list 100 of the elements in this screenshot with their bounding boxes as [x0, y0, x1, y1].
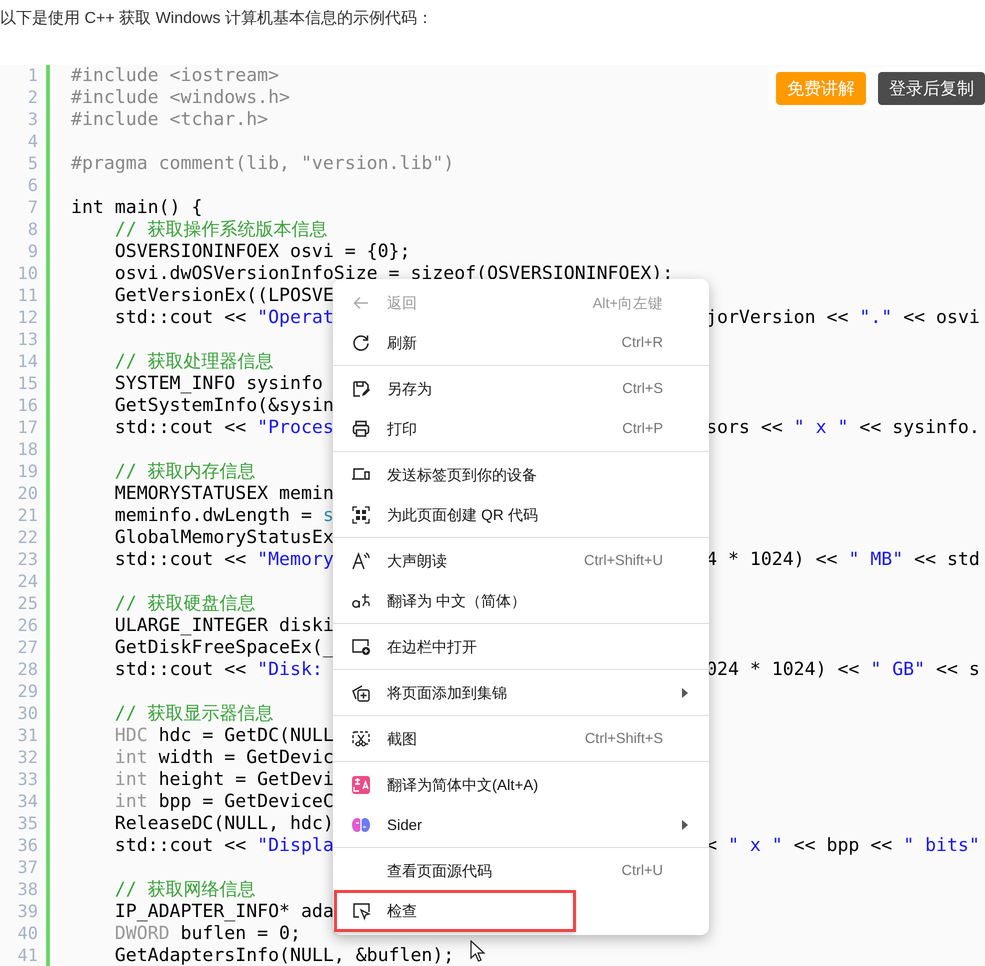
menu-label: 发送标签页到你的设备 [387, 466, 538, 484]
sidebar-icon [351, 637, 371, 657]
menu-item[interactable]: 为此页面创建 QR 代码 [335, 495, 705, 535]
line-number: 3 [26, 109, 38, 131]
menu-item[interactable]: 在边栏中打开 [335, 627, 705, 667]
menu-item[interactable]: Sider [335, 805, 705, 845]
line-number: 15 [16, 373, 38, 395]
line-number: 31 [16, 725, 38, 747]
code-line: int main() { [71, 197, 202, 219]
code-line: meminfo.dwLength = s [114, 505, 334, 527]
copy-button[interactable]: 登录后复制 [878, 72, 985, 105]
code-line: std::cout << "Proces [114, 417, 334, 438]
menu-item[interactable]: 查看页面源代码 Ctrl+U [335, 851, 705, 891]
qr-code-icon [351, 505, 371, 525]
code-line: MEMORYSTATUSEX memin [114, 483, 334, 505]
line-number: 12 [16, 307, 38, 329]
menu-item[interactable]: 检查 [335, 891, 575, 931]
code-line: OSVERSIONINFOEX osvi = {0}; [114, 241, 410, 263]
line-number: 21 [16, 505, 38, 527]
line-number: 36 [16, 835, 38, 857]
printer-icon [351, 419, 371, 439]
code-line: // 获取显示器信息 [114, 703, 274, 725]
code-line: // 获取硬盘信息 [114, 593, 256, 615]
line-number: 23 [16, 549, 38, 571]
code-line: ReleaseDC(NULL, hdc) [114, 813, 334, 835]
menu-label: 另存为 [387, 380, 433, 398]
line-number: 19 [16, 461, 38, 483]
code-line: int width = GetDevic [114, 747, 334, 769]
collections-icon [351, 683, 371, 703]
line-number: 29 [16, 681, 38, 703]
menu-label: 翻译为简体中文(Alt+A) [387, 776, 540, 794]
menu-label: 查看页面源代码 [387, 862, 493, 880]
mouse-pointer-icon [470, 940, 486, 962]
line-number: 22 [16, 527, 38, 549]
code-line: GetVersionEx((LPOSVE [114, 285, 334, 307]
code-line: GetDiskFreeSpaceEx(_ [114, 637, 334, 659]
menu-item[interactable]: 翻译为 中文（简体） [335, 581, 705, 621]
menu-item[interactable]: 截图 Ctrl+Shift+S [335, 719, 705, 759]
line-number: 38 [16, 879, 38, 901]
code-line: int height = GetDevi [114, 769, 334, 791]
code-line: std::cout << "Operat [114, 307, 334, 328]
line-number: 27 [16, 637, 38, 659]
line-number: 4 [26, 131, 38, 153]
line-number: 9 [26, 241, 38, 263]
code-line: #pragma comment(lib, "version.lib") [71, 153, 454, 175]
line-number: 40 [16, 923, 38, 945]
line-number: 14 [16, 351, 38, 373]
translate-app-icon [351, 775, 371, 795]
menu-item[interactable]: 另存为 Ctrl+S [335, 369, 705, 409]
line-number: 5 [26, 153, 38, 175]
line-number: 8 [26, 219, 38, 241]
menu-label: 为此页面创建 QR 代码 [387, 506, 539, 524]
code-line: // 获取操作系统版本信息 [114, 219, 328, 241]
code-line: std::cout << "Disk: [114, 659, 323, 680]
shortcut-text: Ctrl+R [622, 335, 663, 351]
line-number: 41 [16, 945, 38, 966]
line-number: 26 [16, 615, 38, 637]
menu-item[interactable]: 发送标签页到你的设备 [335, 455, 705, 495]
code-line: GlobalMemoryStatusEx [114, 527, 334, 549]
menu-item[interactable]: 将页面添加到集锦 [335, 673, 705, 713]
menu-item[interactable]: 翻译为简体中文(Alt+A) [335, 765, 705, 805]
refresh-icon [351, 333, 371, 353]
line-number: 17 [16, 417, 38, 439]
menu-label: 返回 [387, 294, 418, 312]
code-line: #include <iostream> [71, 65, 280, 87]
line-number: 16 [16, 395, 38, 417]
line-number: 13 [16, 329, 38, 351]
code-line: std::cout << "Memory [114, 549, 334, 570]
line-number: 34 [16, 791, 38, 813]
line-number: 20 [16, 483, 38, 505]
line-number: 30 [16, 703, 38, 725]
code-line: HDC hdc = GetDC(NULL [114, 725, 334, 747]
code-line: // 获取内存信息 [114, 461, 256, 483]
line-number: 7 [26, 197, 38, 219]
line-number: 32 [16, 747, 38, 769]
save-icon [351, 379, 371, 399]
shortcut-text: Ctrl+P [622, 421, 663, 437]
read-aloud-icon [351, 551, 371, 571]
code-line: #include <windows.h> [71, 87, 290, 109]
menu-label: 刷新 [387, 334, 418, 352]
line-number: 2 [26, 87, 38, 109]
menu-item[interactable]: 大声朗读 Ctrl+Shift+U [335, 541, 705, 581]
menu-label: 检查 [387, 902, 418, 920]
shortcut-text: Alt+向左键 [592, 294, 663, 312]
line-number: 39 [16, 901, 38, 923]
code-line: IP_ADAPTER_INFO* ada [114, 901, 334, 923]
shortcut-text: Ctrl+S [622, 381, 663, 397]
code-line: DWORD buflen = 0; [114, 923, 301, 945]
code-line: GetSystemInfo(&sysin [114, 395, 334, 417]
menu-label: 大声朗读 [387, 552, 448, 570]
menu-item[interactable]: 刷新 Ctrl+R [335, 323, 705, 363]
translate-icon [351, 591, 371, 611]
code-line: osvi.dwOSVersionInfoSize = sizeof(OSVERSIONINFOEX); [114, 263, 674, 285]
menu-label: 将页面添加到集锦 [387, 684, 508, 702]
code-line: GetAdaptersInfo(NULL, &buflen); [114, 945, 454, 966]
menu-label: 打印 [387, 420, 418, 438]
code-line: // 获取网络信息 [114, 879, 256, 901]
menu-item[interactable]: 打印 Ctrl+P [335, 409, 705, 449]
menu-label: 截图 [387, 730, 418, 748]
line-number: 1 [26, 65, 38, 87]
